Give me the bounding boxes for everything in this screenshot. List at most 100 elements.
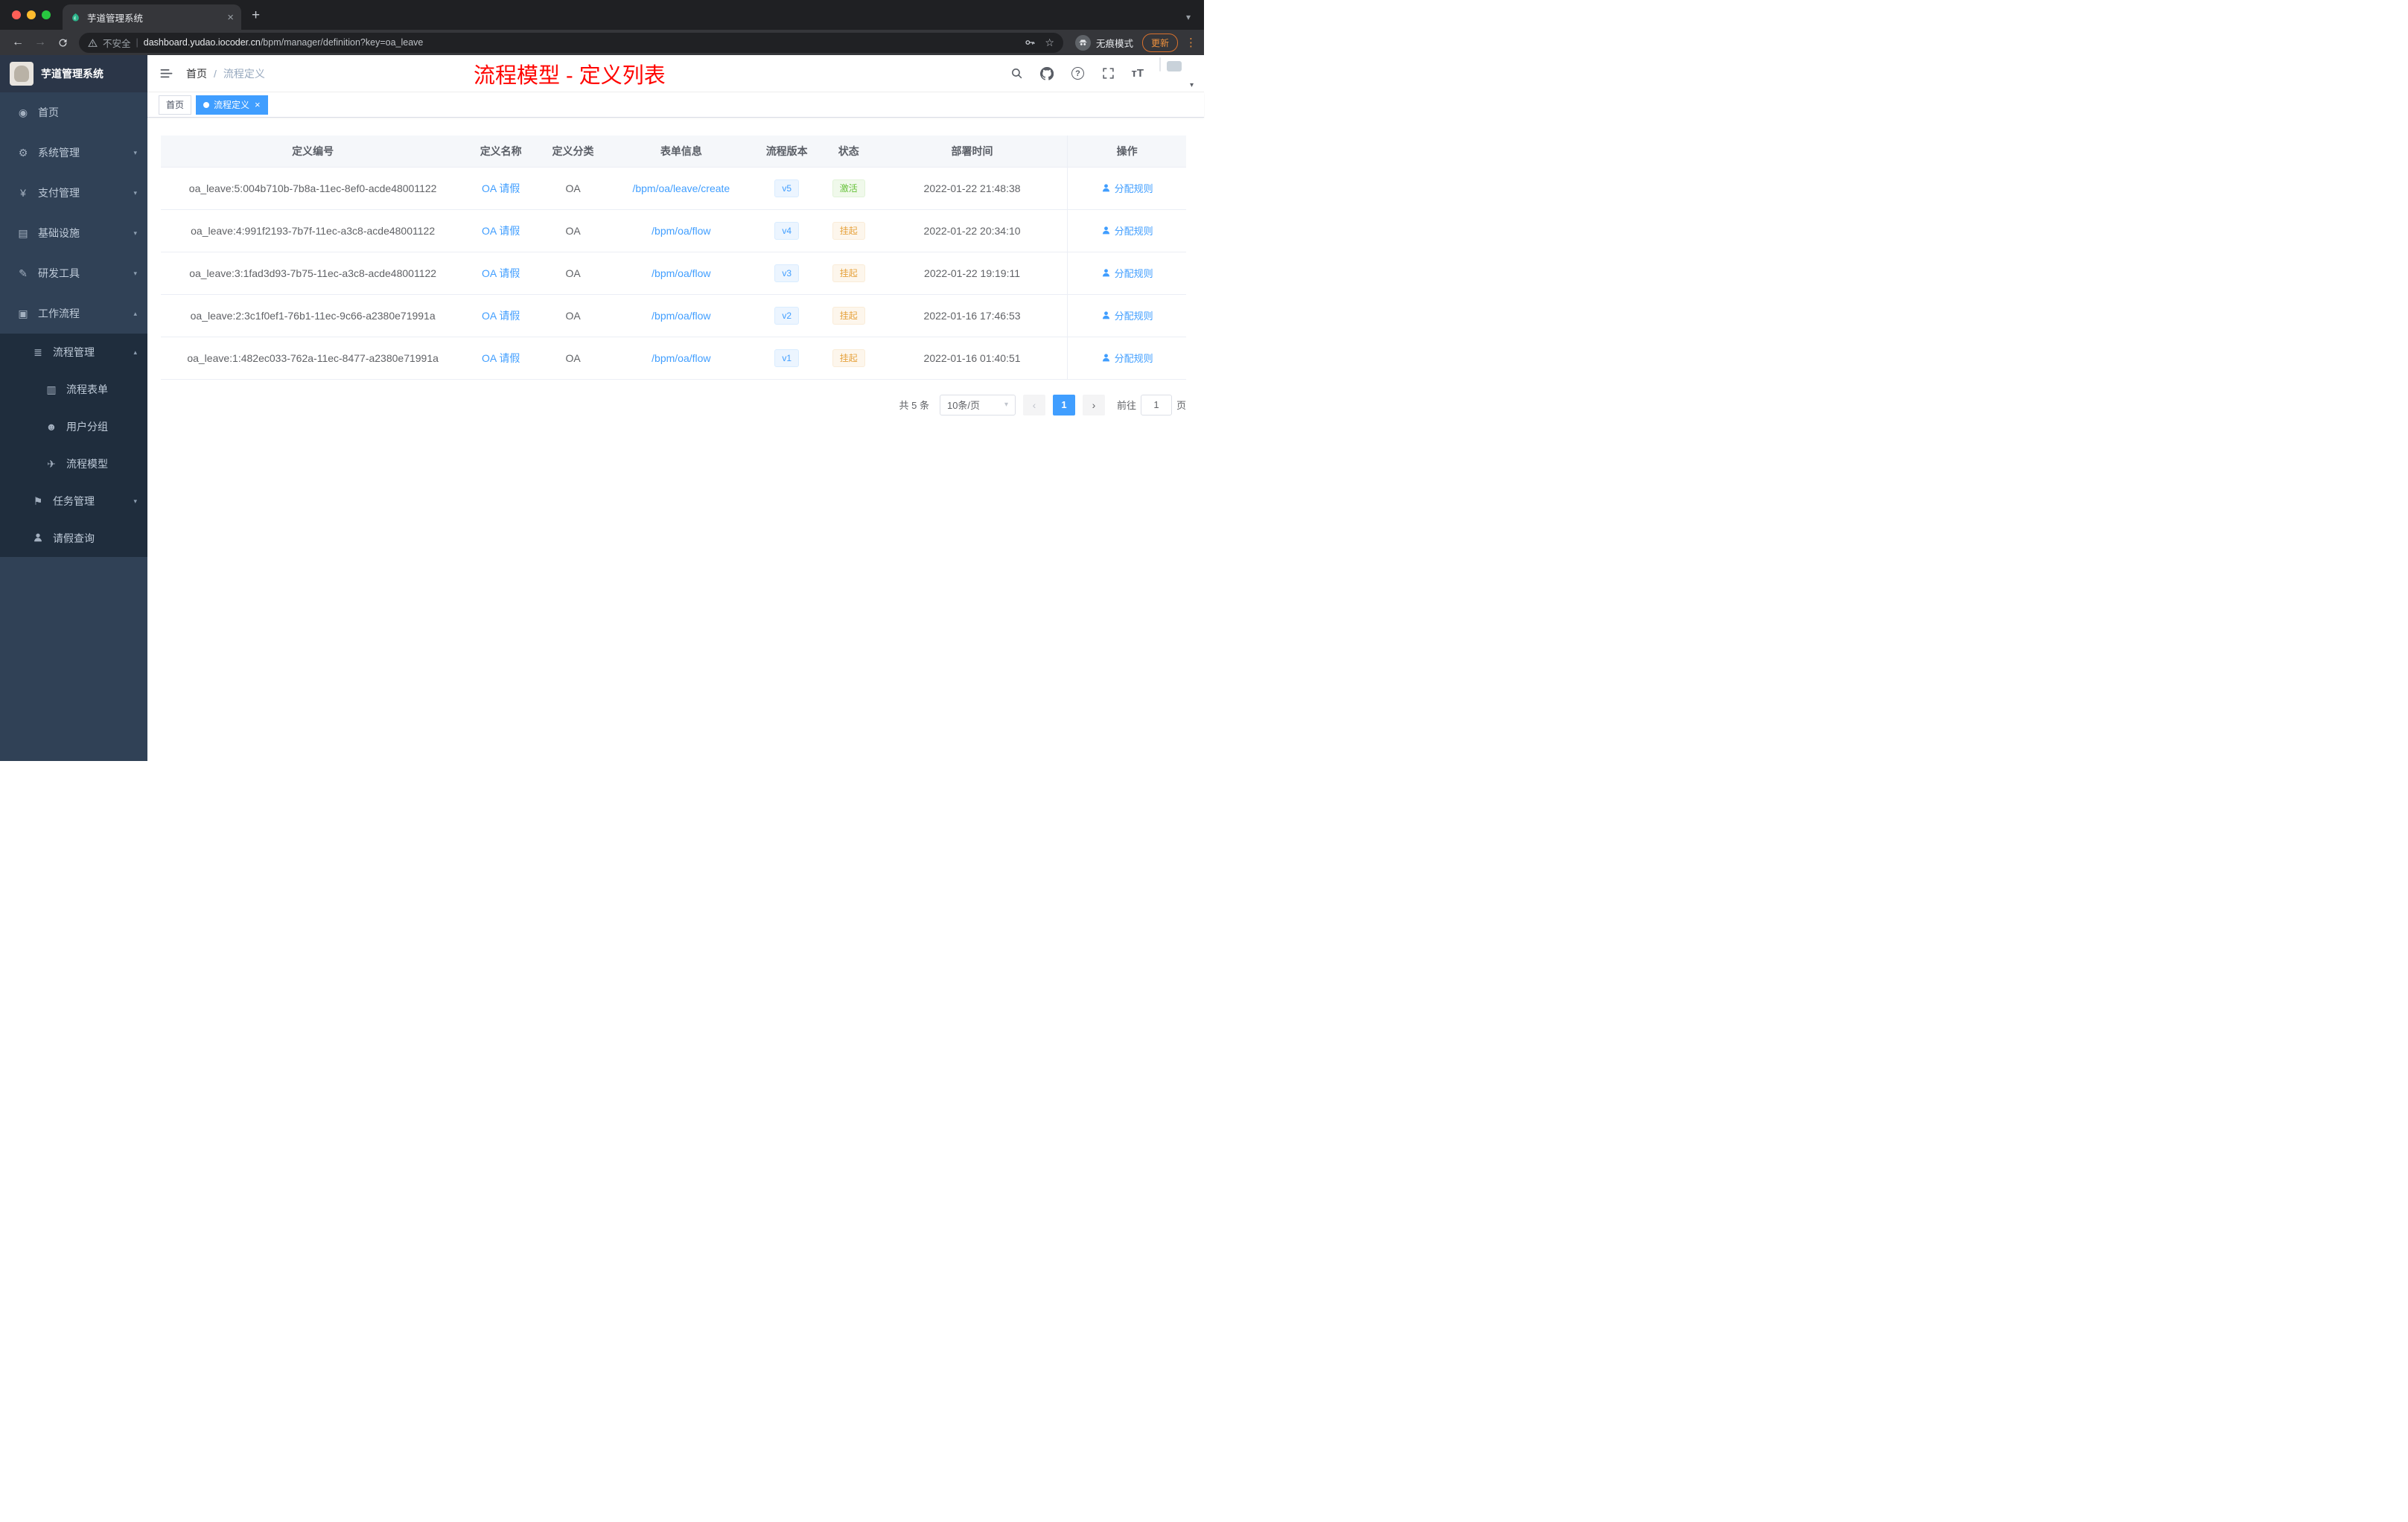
col-form-info: 表单信息 (608, 136, 754, 168)
definition-name-link[interactable]: OA 请假 (482, 267, 520, 279)
key-icon[interactable] (1024, 36, 1036, 48)
sidebar-item-process-form[interactable]: ▥ 流程表单 (0, 371, 147, 408)
definition-name-link[interactable]: OA 请假 (482, 352, 520, 364)
tag-close-icon[interactable]: × (255, 100, 261, 109)
new-tab-button[interactable]: + (252, 7, 260, 24)
form-link[interactable]: /bpm/oa/flow (652, 310, 710, 322)
version-tag: v4 (774, 221, 800, 240)
content: 定义编号 定义名称 定义分类 表单信息 流程版本 状态 部署时间 操作 oa_l… (147, 118, 1204, 761)
col-action: 操作 (1067, 136, 1186, 168)
sidebar-item-process-model[interactable]: ✈ 流程模型 (0, 445, 147, 483)
page-size-value: 10条/页 (946, 400, 981, 411)
tag-process-definition[interactable]: 流程定义 × (196, 95, 268, 115)
page-size-select[interactable]: 10条/页 ▾ (939, 394, 1016, 415)
form-link[interactable]: /bpm/oa/flow (652, 225, 710, 237)
next-page-button[interactable]: › (1082, 394, 1105, 415)
definition-name-link[interactable]: OA 请假 (482, 310, 520, 322)
form-link[interactable]: /bpm/oa/flow (652, 267, 710, 279)
current-page-button[interactable]: 1 (1052, 394, 1075, 415)
url-path: /bpm/manager/definition?key=oa_leave (260, 37, 424, 48)
incognito-icon (1074, 34, 1091, 51)
definition-id: oa_leave:1:482ec033-762a-11ec-8477-a2380… (161, 337, 465, 380)
assign-rule-button[interactable]: 分配规则 (1101, 308, 1153, 322)
pagination: 共 5 条 10条/页 ▾ ‹ 1 › 前往 页 (161, 394, 1186, 415)
yen-icon: ¥ (20, 187, 26, 199)
active-dot (203, 101, 210, 108)
definition-name-link[interactable]: OA 请假 (482, 182, 520, 194)
sidebar-item-payment[interactable]: ¥ 支付管理 ▾ (0, 173, 147, 213)
sidebar-item-infrastructure[interactable]: ▤ 基础设施 ▾ (0, 213, 147, 253)
tag-home[interactable]: 首页 (159, 95, 192, 115)
back-button[interactable]: ← (7, 32, 28, 53)
sidebar-item-user-group[interactable]: ☻ 用户分组 (0, 408, 147, 445)
definition-name-link[interactable]: OA 请假 (482, 225, 520, 237)
assign-rule-label: 分配规则 (1114, 226, 1153, 237)
goto-label: 前往 (1116, 400, 1136, 411)
tab-close-icon[interactable]: × (227, 11, 234, 24)
forward-button[interactable]: → (30, 32, 51, 53)
tab-favicon-icon (72, 13, 79, 21)
goto-page-input[interactable] (1140, 394, 1172, 415)
avatar[interactable] (1159, 57, 1161, 71)
prev-page-button[interactable]: ‹ (1022, 394, 1045, 415)
reload-button[interactable] (52, 32, 73, 53)
status-badge: 挂起 (832, 306, 865, 325)
sidebar-item-workflow[interactable]: ▣ 工作流程 ▴ (0, 293, 147, 334)
person-icon (1102, 354, 1109, 362)
sidebar-item-system[interactable]: ⚙ 系统管理 ▾ (0, 133, 147, 173)
definition-id: oa_leave:2:3c1f0ef1-76b1-11ec-9c66-a2380… (161, 294, 465, 337)
sidebar-item-leave-query[interactable]: 请假查询 (0, 520, 147, 557)
assign-rule-button[interactable]: 分配规则 (1101, 223, 1153, 238)
url-bar[interactable]: 不安全 | dashboard.yudao.iocoder.cn/bpm/man… (79, 32, 1063, 53)
zoom-window-button[interactable] (42, 10, 51, 19)
assign-rule-label: 分配规则 (1114, 268, 1153, 279)
main-area: 首页 / 流程定义 流程模型 - 定义列表 ? тT ▾ 首页 流程定义 × 定… (147, 55, 1204, 761)
definition-category: OA (537, 252, 609, 295)
table-row: oa_leave:5:004b710b-7b8a-11ec-8ef0-acde4… (161, 167, 1186, 210)
definition-category: OA (537, 337, 609, 380)
sidebar-item-task-mgmt[interactable]: ⚑ 任务管理 ▾ (0, 483, 147, 520)
hamburger-icon[interactable] (159, 66, 174, 81)
url-domain: dashboard.yudao.iocoder.cn (143, 37, 261, 48)
caret-down-icon: ▾ (1189, 80, 1194, 89)
sidebar-item-dev-tools[interactable]: ✎ 研发工具 ▾ (0, 253, 147, 293)
monitor-icon: ▤ (18, 226, 28, 239)
sidebar-item-process-mgmt[interactable]: ≣ 流程管理 ▴ (0, 334, 147, 371)
form-link[interactable]: /bpm/oa/flow (652, 352, 710, 364)
version-tag: v3 (774, 264, 800, 282)
definition-id: oa_leave:4:991f2193-7b7f-11ec-a3c8-acde4… (161, 209, 465, 252)
navbar-actions: ? тT ▾ (1009, 57, 1194, 89)
sidebar-item-home[interactable]: ◉ 首页 (0, 92, 147, 133)
sidebar-item-label: 首页 (38, 106, 59, 118)
assign-rule-button[interactable]: 分配规则 (1101, 266, 1153, 280)
search-icon[interactable] (1009, 66, 1024, 81)
breadcrumb-home-link[interactable]: 首页 (186, 66, 207, 81)
col-definition-name: 定义名称 (465, 136, 538, 168)
assign-rule-button[interactable]: 分配规则 (1101, 351, 1153, 365)
update-button[interactable]: 更新 (1141, 33, 1178, 52)
deploy-time: 2022-01-22 20:34:10 (876, 209, 1068, 252)
close-window-button[interactable] (12, 10, 21, 19)
person-icon (1102, 269, 1109, 277)
browser-tab[interactable]: 芋道管理系统 × (63, 4, 241, 30)
col-definition-id: 定义编号 (161, 136, 465, 168)
browser-menu-icon[interactable]: ⋮ (1185, 36, 1197, 49)
github-icon[interactable] (1039, 66, 1054, 81)
font-size-icon[interactable]: тT (1131, 67, 1144, 80)
logo-avatar (10, 62, 34, 86)
incognito-label: 无痕模式 (1095, 38, 1133, 49)
tab-title: 芋道管理系统 (87, 13, 144, 24)
browser-toolbar: ← → 不安全 | dashboard.yudao.iocoder.cn/bpm… (0, 30, 1204, 55)
tab-search-chevron-icon[interactable]: ▾ (1186, 12, 1191, 22)
flag-icon: ⚑ (33, 494, 43, 507)
fullscreen-icon[interactable] (1101, 66, 1115, 81)
user-menu[interactable]: ▾ (1159, 57, 1194, 89)
minimize-window-button[interactable] (27, 10, 36, 19)
help-icon[interactable]: ? (1070, 66, 1085, 81)
form-link[interactable]: /bpm/oa/leave/create (632, 182, 730, 194)
process-mgmt-children: ▥ 流程表单 ☻ 用户分组 ✈ 流程模型 (0, 371, 147, 483)
sidebar-item-label: 流程模型 (66, 458, 108, 470)
assign-rule-button[interactable]: 分配规则 (1101, 181, 1153, 195)
bookmark-star-icon[interactable]: ☆ (1045, 36, 1054, 49)
definition-id: oa_leave:3:1fad3d93-7b75-11ec-a3c8-acde4… (161, 252, 465, 295)
